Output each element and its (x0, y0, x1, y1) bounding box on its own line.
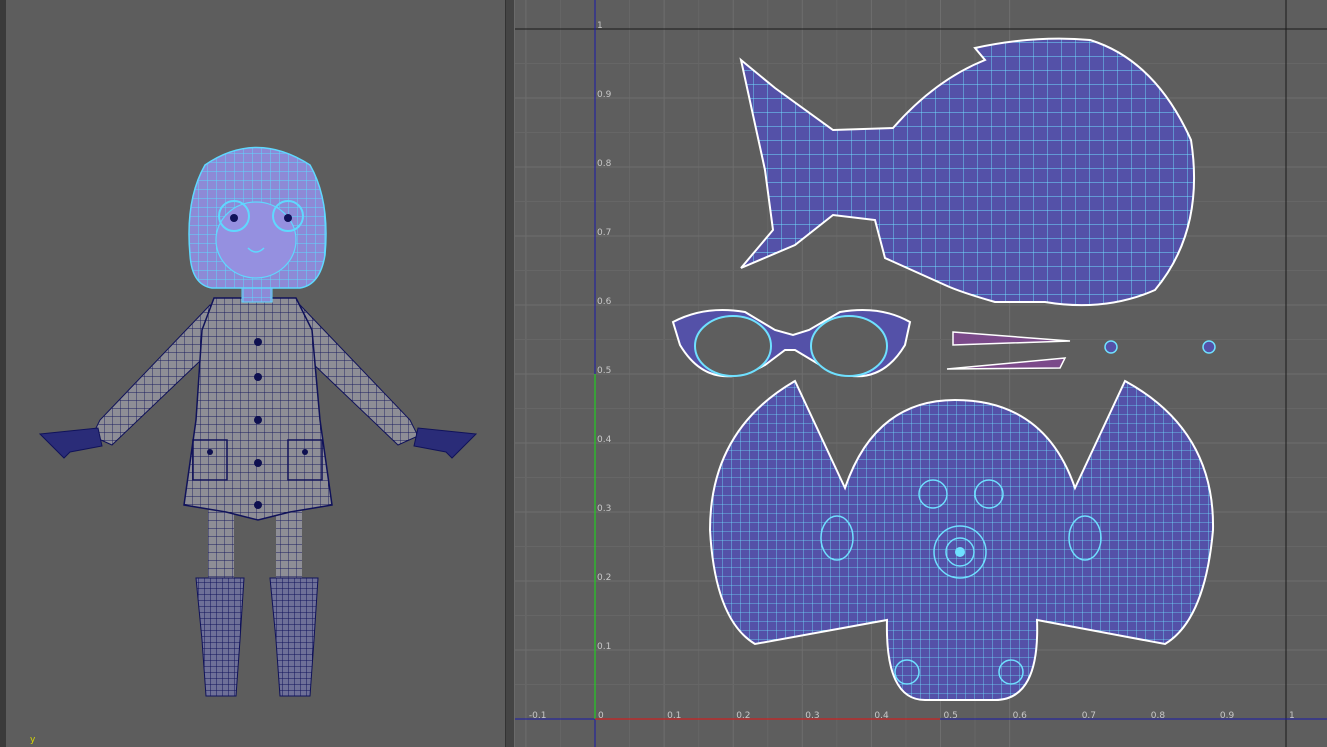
v-tick-label: 0.8 (597, 159, 612, 169)
v-tick-label: 0.3 (597, 504, 611, 514)
uv-shell-strip-2[interactable] (946, 357, 1067, 370)
v-tick-label: 0.2 (597, 573, 611, 583)
u-tick-label: 0.1 (667, 711, 681, 721)
head-selected (188, 146, 327, 289)
u-tick-label: 0.4 (874, 711, 889, 721)
uv-grid[interactable]: -0.1 0 0.1 0.2 0.3 0.4 0.5 0.6 0.7 0.8 0.9 1 1 0.9 0.… (515, 0, 1327, 747)
uv-shell-eye-left[interactable] (1104, 340, 1118, 354)
v-tick-label: 0.9 (597, 90, 612, 100)
panel-splitter[interactable] (505, 0, 515, 747)
uv-shell-eye-right[interactable] (1202, 340, 1216, 354)
u-tick-label: 0.6 (1013, 711, 1028, 721)
v-tick-label: 0.5 (597, 366, 611, 376)
coat (183, 297, 333, 521)
character-model[interactable] (0, 0, 505, 747)
boots (195, 577, 319, 697)
u-tick-label: 0.2 (736, 711, 750, 721)
u-tick-label: 1 (1289, 711, 1295, 721)
v-tick-label: 0.1 (597, 642, 611, 652)
v-tick-label: 1 (597, 21, 603, 31)
u-tick-label: 0 (598, 711, 604, 721)
axis-indicator: y (30, 735, 36, 745)
u-tick-label: 0.9 (1220, 711, 1235, 721)
uv-shell-strip-1[interactable] (952, 331, 1071, 346)
u-tick-label: 0.8 (1151, 711, 1166, 721)
uv-editor-viewport[interactable]: -0.1 0 0.1 0.2 0.3 0.4 0.5 0.6 0.7 0.8 0.9 1 1 0.9 0.… (515, 0, 1327, 747)
v-tick-label: 0.6 (597, 297, 612, 307)
v-tick-label: 0.7 (597, 228, 611, 238)
v-tick-label: 0.4 (597, 435, 612, 445)
u-tick-label: 0.3 (805, 711, 819, 721)
u-tick-label: 0.5 (944, 711, 958, 721)
perspective-viewport[interactable]: y (0, 0, 505, 747)
u-tick-label: -0.1 (529, 711, 547, 721)
u-tick-label: 0.7 (1082, 711, 1096, 721)
uv-shell-glasses[interactable] (671, 309, 912, 378)
uv-shell-hair[interactable] (739, 37, 1196, 307)
v-tick-labels: 1 0.9 0.8 0.7 0.6 0.5 0.4 0.3 0.2 0.1 (597, 21, 612, 652)
uv-shell-face[interactable] (708, 379, 1215, 701)
legs (208, 510, 302, 585)
